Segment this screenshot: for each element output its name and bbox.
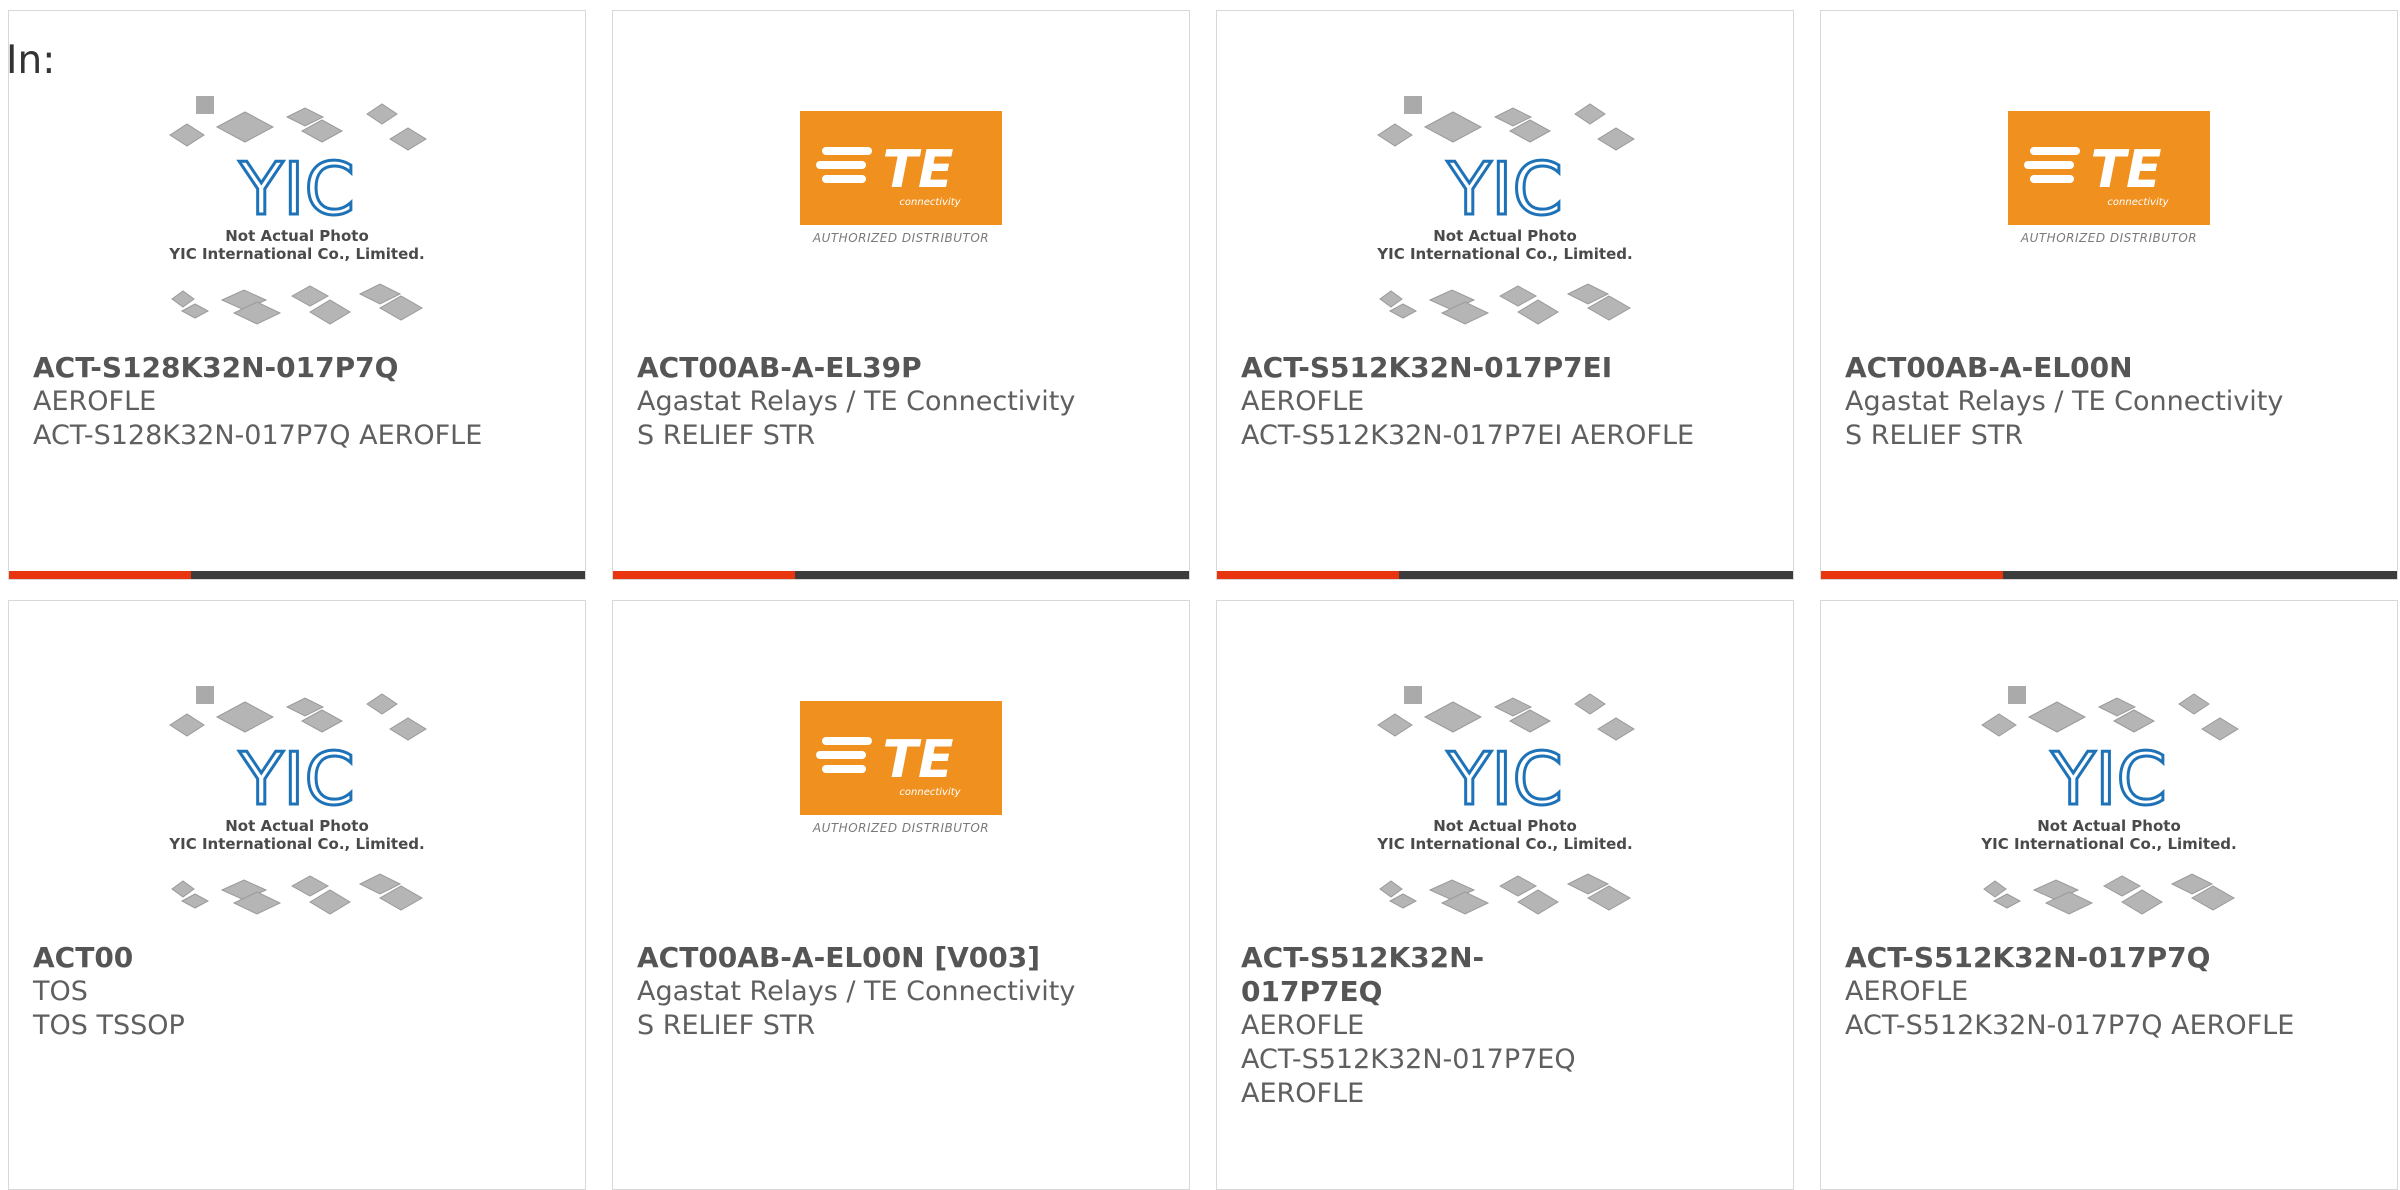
svg-text:YIC International Co., Limited: YIC International Co., Limited. <box>1376 245 1632 263</box>
manufacturer: AEROFLE <box>1845 976 1969 1007</box>
description: S RELIEF STR <box>1845 420 2024 451</box>
product-info: ACT00AB-A-EL00N Agastat Relays / TE Conn… <box>1845 351 2381 453</box>
yic-placeholder-graphic: YICNot Actual PhotoYIC International Co.… <box>168 96 427 325</box>
manufacturer: Agastat Relays / TE Connectivity <box>637 386 1076 417</box>
product-info: ACT-S512K32N-017P7Q AEROFLE ACT-S512K32N… <box>1845 941 2381 1043</box>
part-number[interactable]: ACT00 <box>33 941 569 975</box>
product-card[interactable]: YIC Not Actual Photo YIC International Co.… <box>8 10 586 580</box>
card-accent-bar <box>9 571 585 579</box>
card-accent-bar <box>1217 571 1793 579</box>
svg-text:YIC International Co., Limited: YIC International Co., Limited. <box>168 835 424 853</box>
product-card[interactable]: YIC Not Actual Photo YIC International Co.… <box>1216 600 1794 1190</box>
te-logo-image: TE connectivity AUTHORIZED DISTRIBUTOR <box>613 111 1189 366</box>
svg-text:YIC International Co., Limited: YIC International Co., Limited. <box>1980 835 2236 853</box>
product-card[interactable]: YIC Not Actual Photo YIC International Co.… <box>8 600 586 1190</box>
card-accent-bar <box>613 571 1189 579</box>
svg-text:connectivity: connectivity <box>899 197 961 208</box>
in-label: In: <box>6 38 56 83</box>
description: ACT-S512K32N-017P7EI AEROFLE <box>1241 420 1695 451</box>
yic-logo: YIC <box>2050 737 2167 821</box>
manufacturer: AEROFLE <box>1241 1010 1365 1041</box>
svg-text:Not Actual Photo: Not Actual Photo <box>2037 817 2181 835</box>
te-logo: TE connectivity AUTHORIZED DISTRIBUTOR <box>2008 111 2210 245</box>
product-image-placeholder: YIC Not Actual Photo YIC International Co.… <box>1217 96 1793 351</box>
te-logo-image: TE connectivity AUTHORIZED DISTRIBUTOR <box>613 701 1189 956</box>
yic-logo: YIC <box>238 147 355 231</box>
yic-logo: YIC <box>1446 147 1563 231</box>
part-number[interactable]: ACT00AB-A-EL39P <box>637 351 1173 385</box>
svg-text:Not Actual Photo: Not Actual Photo <box>225 227 369 245</box>
svg-text:Not Actual Photo: Not Actual Photo <box>1433 817 1577 835</box>
te-wordmark: TE <box>883 140 954 200</box>
part-number[interactable]: ACT00AB-A-EL00N [V003] <box>637 941 1173 975</box>
product-info: ACT00AB-A-EL00N [V003] Agastat Relays / … <box>637 941 1173 1043</box>
product-info: ACT-S512K32N-017P7EI AEROFLE ACT-S512K32… <box>1241 351 1777 453</box>
svg-text:YIC International Co., Limited: YIC International Co., Limited. <box>1376 835 1632 853</box>
product-info: ACT-S128K32N-017P7Q AEROFLE ACT-S128K32N… <box>33 351 569 453</box>
description: ACT-S512K32N-017P7EQ AEROFLE <box>1241 1044 1576 1109</box>
product-image-placeholder: YIC Not Actual Photo YIC International Co.… <box>9 96 585 351</box>
authorized-distributor-caption: AUTHORIZED DISTRIBUTOR <box>2020 231 2198 245</box>
product-card[interactable]: TE connectivity AUTHORIZED DISTRIBUTOR ACT… <box>612 10 1190 580</box>
description: S RELIEF STR <box>637 1010 816 1041</box>
part-number[interactable]: ACT-S512K32N-017P7EQ <box>1241 941 1623 1009</box>
part-number[interactable]: ACT-S512K32N-017P7EI <box>1241 351 1777 385</box>
manufacturer: TOS <box>33 976 88 1007</box>
card-accent-bar <box>1821 571 2397 579</box>
description: ACT-S512K32N-017P7Q AEROFLE <box>1845 1010 2295 1041</box>
svg-text:Not Actual Photo: Not Actual Photo <box>1433 227 1577 245</box>
product-card[interactable]: TE connectivity AUTHORIZED DISTRIBUTOR ACT… <box>1820 10 2398 580</box>
te-logo: TE connectivity AUTHORIZED DISTRIBUTOR <box>800 111 1002 245</box>
manufacturer: Agastat Relays / TE Connectivity <box>1845 386 2284 417</box>
manufacturer: Agastat Relays / TE Connectivity <box>637 976 1076 1007</box>
manufacturer: AEROFLE <box>1241 386 1365 417</box>
svg-text:connectivity: connectivity <box>899 787 961 798</box>
svg-text:Not Actual Photo: Not Actual Photo <box>225 817 369 835</box>
product-image-placeholder: YIC Not Actual Photo YIC International Co.… <box>1217 686 1793 941</box>
svg-text:YIC International Co., Limited: YIC International Co., Limited. <box>168 245 424 263</box>
yic-logo: YIC <box>238 737 355 821</box>
manufacturer: AEROFLE <box>33 386 157 417</box>
product-image-placeholder: YIC Not Actual Photo YIC International Co.… <box>9 686 585 941</box>
yic-logo: YIC <box>1446 737 1563 821</box>
product-info: ACT00 TOS TOS TSSOP <box>33 941 569 1043</box>
authorized-distributor-caption: AUTHORIZED DISTRIBUTOR <box>812 821 990 835</box>
te-wordmark: TE <box>883 730 954 790</box>
description: TOS TSSOP <box>33 1010 185 1041</box>
product-card[interactable]: TE connectivity AUTHORIZED DISTRIBUTOR ACT… <box>612 600 1190 1190</box>
description: S RELIEF STR <box>637 420 816 451</box>
authorized-distributor-caption: AUTHORIZED DISTRIBUTOR <box>812 231 990 245</box>
te-logo: TE connectivity AUTHORIZED DISTRIBUTOR <box>800 701 1002 835</box>
yic-placeholder-graphic: YICNot Actual PhotoYIC International Co.… <box>1376 96 1635 325</box>
product-card[interactable]: YIC Not Actual Photo YIC International Co.… <box>1820 600 2398 1190</box>
product-grid: YIC Not Actual Photo YIC International Co.… <box>8 10 2398 1190</box>
yic-placeholder-graphic: YICNot Actual PhotoYIC International Co.… <box>1376 686 1635 915</box>
svg-text:connectivity: connectivity <box>2107 197 2169 208</box>
product-info: ACT00AB-A-EL39P Agastat Relays / TE Conn… <box>637 351 1173 453</box>
product-info: ACT-S512K32N-017P7EQ AEROFLE ACT-S512K32… <box>1241 941 1623 1111</box>
te-wordmark: TE <box>2091 140 2162 200</box>
product-image-placeholder: YIC Not Actual Photo YIC International Co.… <box>1821 686 2397 941</box>
yic-placeholder-graphic: YICNot Actual PhotoYIC International Co.… <box>1980 686 2239 915</box>
product-card[interactable]: YIC Not Actual Photo YIC International Co.… <box>1216 10 1794 580</box>
description: ACT-S128K32N-017P7Q AEROFLE <box>33 420 483 451</box>
part-number[interactable]: ACT-S512K32N-017P7Q <box>1845 941 2381 975</box>
part-number[interactable]: ACT-S128K32N-017P7Q <box>33 351 569 385</box>
part-number[interactable]: ACT00AB-A-EL00N <box>1845 351 2381 385</box>
yic-placeholder-graphic: YICNot Actual PhotoYIC International Co.… <box>168 686 427 915</box>
te-logo-image: TE connectivity AUTHORIZED DISTRIBUTOR <box>1821 111 2397 366</box>
